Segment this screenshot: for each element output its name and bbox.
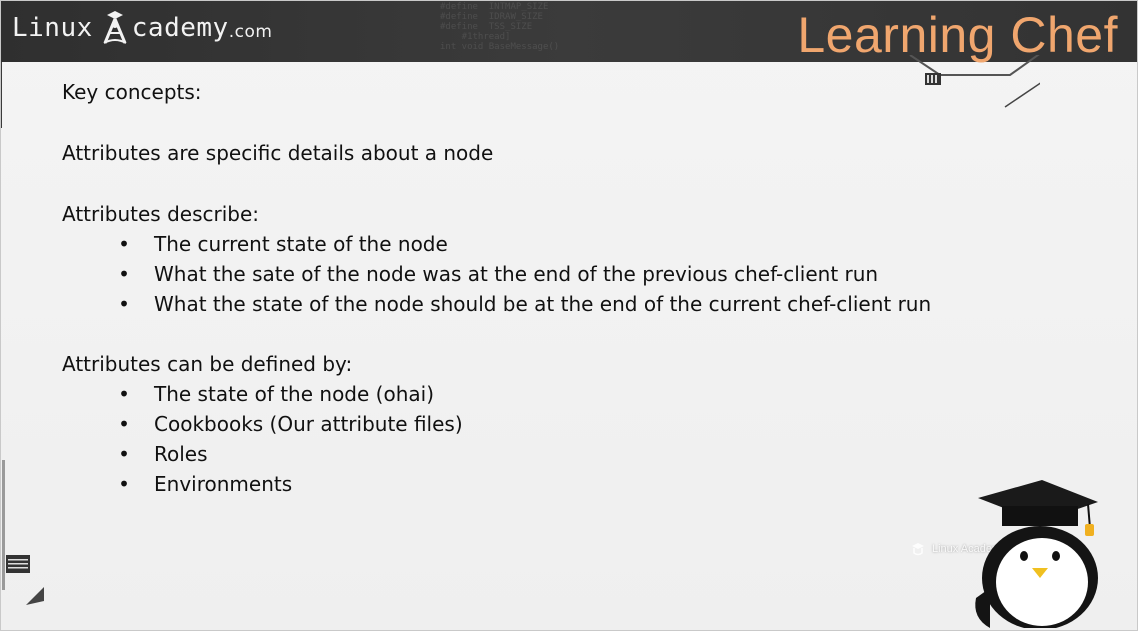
list-item: • What the state of the node should be at… (118, 289, 931, 319)
list-item: • Roles (118, 439, 463, 469)
bullet-icon: • (118, 262, 130, 286)
describe-bullet-list: • The current state of the node • What the… (118, 229, 931, 319)
key-concepts-heading: Key concepts: (62, 80, 202, 104)
brand-logo: Linux cademy .com (12, 6, 272, 50)
attributes-defined-by-label: Attributes can be defined by: (62, 352, 353, 376)
linux-academy-logo-icon (103, 11, 127, 44)
header-bar: #define INTMAP_SIZE #define IDRAW_SIZE #d… (0, 0, 1138, 63)
bullet-icon: • (118, 232, 130, 256)
watermark-logo-icon (912, 543, 924, 556)
list-item: • The state of the node (ohai) (118, 379, 463, 409)
list-item: • Cookbooks (Our attribute files) (118, 409, 463, 439)
bullet-icon: • (118, 412, 130, 436)
defined-by-bullet-list: • The state of the node (ohai) • Cookbooks… (118, 379, 463, 499)
decorative-side-marks (2, 460, 44, 605)
list-item: • The current state of the node (118, 229, 931, 259)
attributes-describe-label: Attributes describe: (62, 202, 260, 226)
attributes-definition: Attributes are specific details about a … (62, 141, 494, 165)
left-accent-bar (0, 62, 2, 128)
list-item: • Environments (118, 469, 463, 499)
bullet-icon: • (118, 442, 130, 466)
brand-text-linux: Linux (12, 13, 93, 43)
bullet-icon: • (118, 472, 130, 496)
bullet-icon: • (118, 292, 130, 316)
list-item: • What the sate of the node was at the en… (118, 259, 931, 289)
penguin-mascot-icon (975, 480, 1098, 628)
slide: #define INTMAP_SIZE #define IDRAW_SIZE #d… (0, 0, 1138, 631)
bullet-icon: • (118, 382, 130, 406)
brand-text-suffix: .com (228, 22, 273, 42)
brand-text-academy: cademy (131, 13, 229, 43)
decorative-lines (909, 55, 1040, 108)
